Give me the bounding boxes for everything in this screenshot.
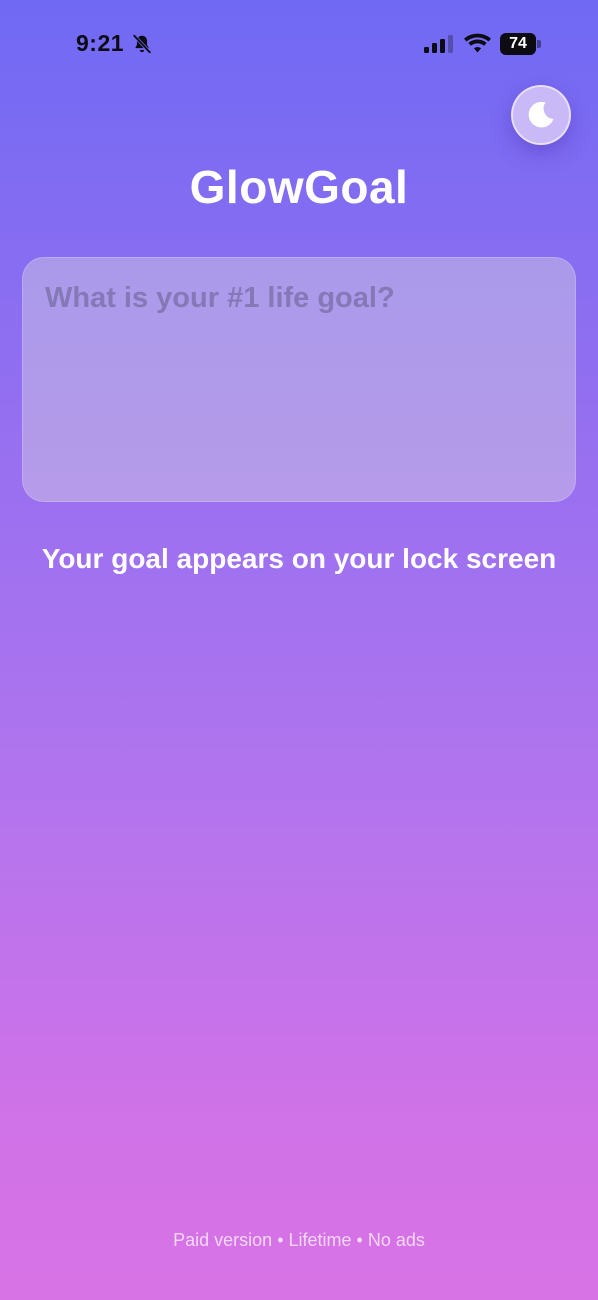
moon-icon xyxy=(528,101,554,128)
footer-note: Paid version • Lifetime • No ads xyxy=(173,1230,425,1250)
status-time: 9:21 xyxy=(76,30,125,56)
theme-toggle-button[interactable] xyxy=(511,85,571,145)
wifi-icon xyxy=(464,33,491,53)
battery-percent: 74 xyxy=(509,35,527,52)
status-bar: 9:21 74 xyxy=(0,0,598,90)
app-title: GlowGoal xyxy=(189,161,409,213)
goal-input-card xyxy=(22,257,576,502)
signal-icon xyxy=(424,35,453,53)
goal-input[interactable] xyxy=(23,258,575,501)
bell-slash-icon xyxy=(132,34,152,54)
battery-icon: 74 xyxy=(500,33,542,55)
lock-screen-hint: Your goal appears on your lock screen xyxy=(41,543,557,574)
